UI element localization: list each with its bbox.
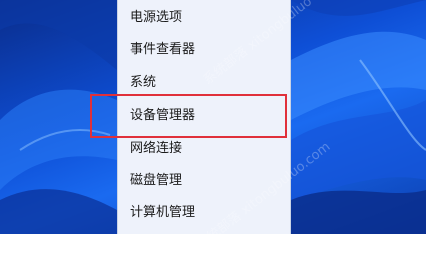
menu-item-event-viewer[interactable]: 事件查看器: [130, 38, 280, 62]
context-menu: 电源选项 事件查看器 系统 设备管理器 网络连接 磁盘管理 计算机管理: [117, 0, 291, 234]
menu-item-system[interactable]: 系统: [130, 71, 280, 95]
menu-item-network-connections[interactable]: 网络连接: [130, 137, 280, 161]
menu-item-device-manager[interactable]: 设备管理器: [130, 104, 280, 128]
menu-item-disk-management[interactable]: 磁盘管理: [130, 169, 280, 193]
menu-item-power-options[interactable]: 电源选项: [130, 6, 280, 30]
menu-item-computer-management[interactable]: 计算机管理: [130, 201, 280, 225]
